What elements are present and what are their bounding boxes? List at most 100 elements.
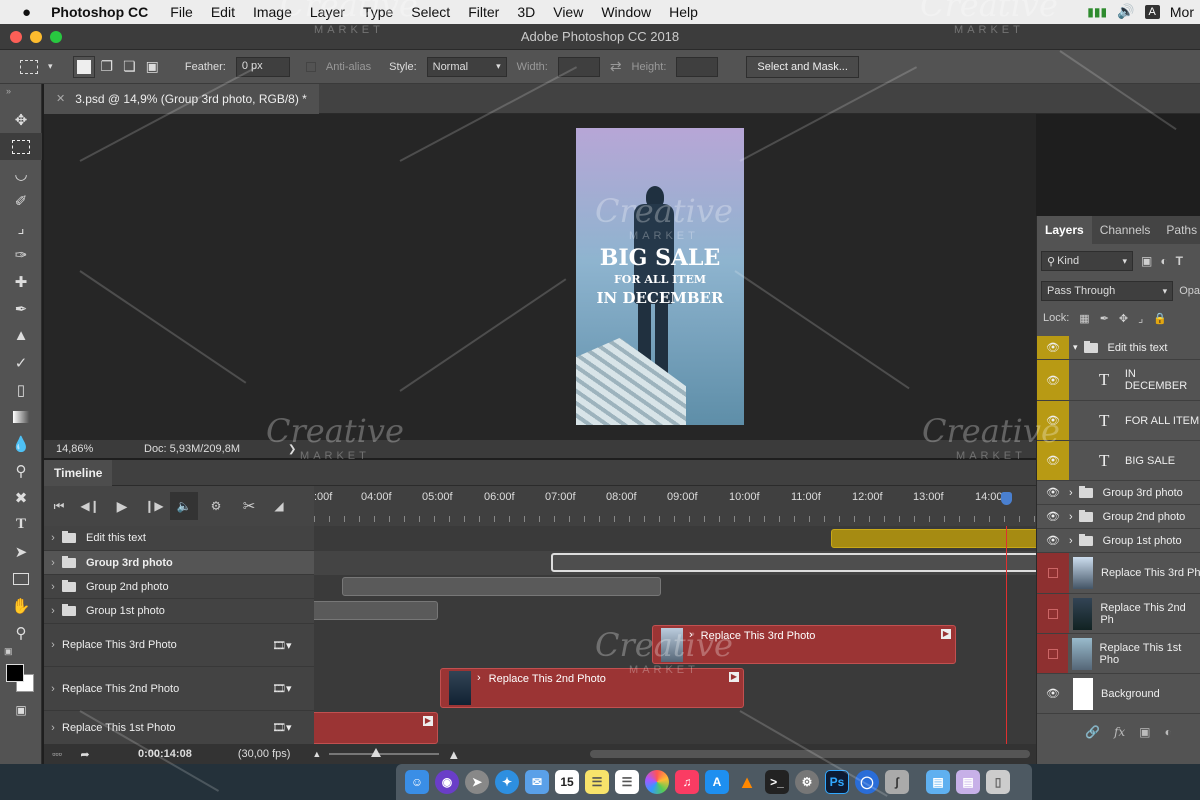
color-swatches[interactable] xyxy=(0,662,41,696)
blend-mode-select[interactable]: Pass Through ▾ xyxy=(1041,281,1174,301)
filter-kind-select[interactable]: ⚲ Kind ▾ xyxy=(1041,251,1133,271)
select-and-mask-button[interactable]: Select and Mask... xyxy=(746,55,859,78)
zoom-in-mountain-icon[interactable]: ▲ xyxy=(447,747,460,762)
menu-select[interactable]: Select xyxy=(411,4,450,20)
eye-icon[interactable]: 👁 xyxy=(1037,529,1069,552)
dodge-tool-icon[interactable]: ⚲ xyxy=(0,457,42,484)
chevron-right-icon[interactable]: › xyxy=(44,722,62,734)
eye-icon[interactable]: 👁 xyxy=(1037,360,1069,400)
clip-group-3rd[interactable] xyxy=(551,553,1036,572)
first-frame-icon[interactable]: ⏮ xyxy=(44,499,74,514)
eye-hidden-cell[interactable] xyxy=(1037,634,1069,673)
user-menu[interactable]: Mor xyxy=(1170,4,1194,20)
chevron-right-icon[interactable]: › xyxy=(44,605,62,617)
terminal-icon[interactable]: >_ xyxy=(765,770,789,794)
menu-layer[interactable]: Layer xyxy=(310,4,345,20)
downloads-icon[interactable]: ▤ xyxy=(956,770,980,794)
chevron-right-icon[interactable]: › xyxy=(1069,511,1073,523)
link-layers-icon[interactable]: 🔗 xyxy=(1085,725,1100,739)
browser-icon[interactable]: ◯ xyxy=(855,770,879,794)
layer-group-2nd-photo[interactable]: 👁 › Group 2nd photo xyxy=(1037,505,1200,529)
move-tool-icon[interactable]: ✥ xyxy=(0,106,42,133)
foreground-color-swatch[interactable] xyxy=(6,664,24,682)
trash-icon[interactable]: ▯ xyxy=(986,770,1010,794)
chevron-right-icon[interactable]: › xyxy=(44,532,62,544)
zoom-tool-icon[interactable]: ⚲ xyxy=(0,619,42,646)
timeline-scrollbar[interactable] xyxy=(590,750,1030,758)
system-preferences-icon[interactable]: ⚙ xyxy=(795,770,819,794)
pen-tool-icon[interactable]: ✖ xyxy=(0,484,42,511)
apple-icon[interactable]: ● xyxy=(22,4,31,21)
chevron-down-icon[interactable]: ▾ xyxy=(48,61,53,72)
film-icon[interactable]: 🎞▾ xyxy=(272,721,292,734)
timeline-zoom-slider[interactable] xyxy=(329,748,440,757)
reminders-icon[interactable]: ☰ xyxy=(615,770,639,794)
swap-icon[interactable]: ⇄ xyxy=(610,58,622,75)
minimize-window-button[interactable] xyxy=(30,30,42,43)
photoshop-icon[interactable]: Ps xyxy=(825,770,849,794)
layer-replace-2nd[interactable]: Replace This 2nd Ph xyxy=(1037,594,1200,634)
clone-stamp-tool-icon[interactable]: ▲ xyxy=(0,322,42,349)
menu-3d[interactable]: 3D xyxy=(517,4,535,20)
track-replace-1st[interactable]: › Replace This 1st Photo 🎞▾ xyxy=(44,711,314,744)
history-brush-tool-icon[interactable]: ✓ xyxy=(0,349,42,376)
close-window-button[interactable] xyxy=(10,30,22,43)
menu-app-name[interactable]: Photoshop CC xyxy=(51,4,148,20)
layer-text-for-all-item[interactable]: 👁 T FOR ALL ITEM xyxy=(1037,401,1200,441)
next-frame-icon[interactable]: ❙▶ xyxy=(138,499,170,513)
lock-transparent-icon[interactable]: ▦ xyxy=(1079,312,1089,325)
menu-edit[interactable]: Edit xyxy=(211,4,235,20)
scissors-icon[interactable]: ✂ xyxy=(234,497,264,515)
menu-view[interactable]: View xyxy=(553,4,583,20)
music-icon[interactable]: ♫ xyxy=(675,770,699,794)
zoom-level[interactable]: 14,86% xyxy=(56,443,144,455)
eye-icon[interactable]: 👁 xyxy=(1037,401,1069,440)
blur-tool-icon[interactable]: 💧 xyxy=(0,430,42,457)
subtract-selection-icon[interactable]: ❏ xyxy=(123,58,136,75)
chevron-right-icon[interactable]: › xyxy=(477,672,481,684)
chevron-down-icon[interactable]: ▾ xyxy=(1073,342,1078,353)
track-replace-3rd[interactable]: › Replace This 3rd Photo 🎞▾ xyxy=(44,624,314,667)
launchpad-icon[interactable]: ➤ xyxy=(465,770,489,794)
lock-pixels-icon[interactable]: ✒ xyxy=(1100,312,1109,325)
frame-animation-icon[interactable]: ▫▫▫ xyxy=(44,749,70,759)
menu-filter[interactable]: Filter xyxy=(468,4,499,20)
fx-icon[interactable]: fx xyxy=(1114,725,1125,739)
track-replace-2nd[interactable]: › Replace This 2nd Photo 🎞▾ xyxy=(44,667,314,711)
current-timecode[interactable]: 0:00:14:08 xyxy=(138,748,192,760)
add-mask-icon[interactable]: ▣ xyxy=(1139,725,1150,739)
marquee-tool-preset-icon[interactable] xyxy=(20,59,38,74)
eye-hidden-cell[interactable] xyxy=(1037,594,1069,633)
lasso-tool-icon[interactable]: ◡ xyxy=(0,160,42,187)
layer-group-3rd-photo[interactable]: 👁 › Group 3rd photo xyxy=(1037,481,1200,505)
chevron-right-icon[interactable]: › xyxy=(44,557,62,569)
height-input[interactable] xyxy=(676,56,719,77)
add-selection-icon[interactable]: ❐ xyxy=(101,58,114,75)
render-video-icon[interactable]: ➦ xyxy=(70,748,100,761)
safari-icon[interactable]: ✦ xyxy=(495,770,519,794)
vlc-icon[interactable]: ▲ xyxy=(735,770,759,794)
style-select[interactable]: Normal ▾ xyxy=(426,56,507,77)
layer-group-edit-text[interactable]: 👁 ▾ Edit this text xyxy=(1037,336,1200,360)
gradient-tool-icon[interactable] xyxy=(0,403,42,430)
eye-icon[interactable]: 👁 xyxy=(1037,336,1069,359)
chevron-right-icon[interactable]: › xyxy=(1069,535,1073,547)
eye-icon[interactable]: 👁 xyxy=(1037,505,1069,528)
track-group-3rd[interactable]: › Group 3rd photo xyxy=(44,551,314,575)
document-tab[interactable]: ✕ 3.psd @ 14,9% (Group 3rd photo, RGB/8)… xyxy=(44,83,319,114)
zoom-window-button[interactable] xyxy=(50,30,62,43)
collapse-panel-icon[interactable]: » xyxy=(0,84,41,106)
chevron-right-icon[interactable]: › xyxy=(44,581,62,593)
feather-input[interactable]: 0 px xyxy=(235,56,290,77)
filter-image-icon[interactable]: ▣ xyxy=(1141,254,1152,268)
clip-group-2nd[interactable] xyxy=(342,577,661,596)
folder-icon[interactable]: ▤ xyxy=(926,770,950,794)
previous-frame-icon[interactable]: ◀❙ xyxy=(74,499,106,513)
layer-replace-1st[interactable]: Replace This 1st Pho xyxy=(1037,634,1200,674)
mail-icon[interactable]: ✉ xyxy=(525,770,549,794)
track-group-1st[interactable]: › Group 1st photo xyxy=(44,599,314,624)
timeline-ruler[interactable]: :00f 04:00f 05:00f 06:00f 07:00f 08:00f … xyxy=(314,486,1036,526)
settings-gear-icon[interactable]: ⚙ xyxy=(198,499,234,513)
hand-tool-icon[interactable]: ✋ xyxy=(0,592,42,619)
menu-file[interactable]: File xyxy=(170,4,193,20)
